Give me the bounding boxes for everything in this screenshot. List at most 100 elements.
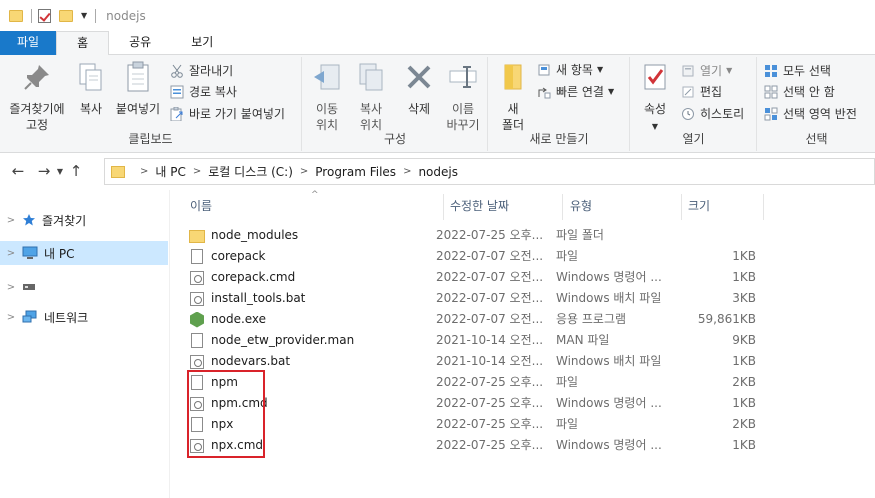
file-row-npm-cmd[interactable]: npm.cmd 2022-07-25 오후... Windows 명령어 ...… xyxy=(185,393,765,414)
file-type: Windows 명령어 ... xyxy=(556,438,662,452)
file-type: 파일 폴더 xyxy=(556,228,604,242)
breadcrumb-this-pc[interactable]: 내 PC xyxy=(155,163,185,180)
file-size: 2KB xyxy=(732,417,756,431)
cut-button[interactable]: 잘라내기 xyxy=(170,61,233,81)
breadcrumb-nodejs[interactable]: nodejs xyxy=(418,165,458,179)
clipboard-group: 즐겨찾기에 고정 복사 붙여넣기 잘라내기 경로 복사 바로 가기 붙여넣기 클… xyxy=(0,57,302,151)
chevron-right-icon[interactable]: > xyxy=(403,166,411,177)
file-row-npx[interactable]: npx 2022-07-25 오후... 파일 2KB xyxy=(185,414,765,435)
copy-label: 복사 xyxy=(79,102,103,116)
divider xyxy=(31,8,32,23)
copy-to-button[interactable]: 복사 위치 xyxy=(353,61,389,133)
delete-icon xyxy=(407,65,431,89)
column-header-name[interactable]: 이름 xyxy=(190,196,212,220)
navigation-pane: > 즐겨찾기 > 내 PC > > 네트워크 xyxy=(0,190,170,498)
select-all-button[interactable]: 모두 선택 xyxy=(764,61,831,81)
file-date: 2021-10-14 오전... xyxy=(436,354,542,368)
history-button[interactable]: 히스토리 xyxy=(681,104,744,124)
file-date: 2022-07-07 오전... xyxy=(436,270,542,284)
file-icon xyxy=(191,333,203,348)
file-size: 1KB xyxy=(732,354,756,368)
tab-share[interactable]: 공유 xyxy=(109,31,171,55)
rename-button[interactable]: 이름 바꾸기 xyxy=(443,61,483,133)
new-item-button[interactable]: 새 항목 ▼ xyxy=(537,60,603,80)
easy-access-button[interactable]: 빠른 연결 ▼ xyxy=(537,82,614,102)
open-button[interactable]: 열기 ▼ xyxy=(681,61,732,81)
column-divider[interactable] xyxy=(681,194,682,220)
delete-button[interactable]: 삭제 xyxy=(401,61,437,117)
pin-quick-access-button[interactable]: 즐겨찾기에 고정 xyxy=(6,61,68,133)
new-folder-button[interactable]: 새 폴더 xyxy=(495,61,531,133)
column-divider[interactable] xyxy=(443,194,444,220)
chevron-right-icon[interactable]: > xyxy=(140,166,148,177)
tab-file[interactable]: 파일 xyxy=(0,31,57,55)
column-header-size[interactable]: 크기 xyxy=(688,196,710,220)
file-row-node-exe[interactable]: node.exe 2022-07-07 오전... 응용 프로그램 59,861… xyxy=(185,309,765,330)
history-icon xyxy=(682,108,694,120)
select-all-icon xyxy=(765,65,777,77)
clipboard-icon xyxy=(127,61,149,92)
paste-label: 붙여넣기 xyxy=(115,102,161,116)
file-row-node-modules[interactable]: node_modules 2022-07-25 오후... 파일 폴더 xyxy=(185,225,765,246)
tab-home[interactable]: 홈 xyxy=(56,31,110,56)
column-divider[interactable] xyxy=(562,194,563,220)
chevron-right-icon[interactable]: > xyxy=(0,215,22,226)
customize-toolbar-dropdown-icon[interactable]: ▼ xyxy=(81,11,87,20)
paste-shortcut-button[interactable]: 바로 가기 붙여넣기 xyxy=(170,104,285,124)
paste-shortcut-label: 바로 가기 붙여넣기 xyxy=(189,107,285,121)
file-row-install-tools-bat[interactable]: install_tools.bat 2022-07-07 오전... Windo… xyxy=(185,288,765,309)
nav-item-network[interactable]: > 네트워크 xyxy=(0,305,168,329)
file-size: 1KB xyxy=(732,270,756,284)
properties-quick-icon[interactable] xyxy=(38,8,51,23)
select-none-button[interactable]: 선택 안 함 xyxy=(764,82,835,102)
invert-selection-icon xyxy=(764,107,778,121)
edit-button[interactable]: 편집 xyxy=(681,82,722,102)
chevron-right-icon[interactable]: > xyxy=(0,312,22,323)
properties-button[interactable]: 속성 ▼ xyxy=(637,61,673,135)
file-row-node-etw-provider-man[interactable]: node_etw_provider.man 2021-10-14 오전... M… xyxy=(185,330,765,351)
new-folder-quick-icon[interactable] xyxy=(59,9,73,22)
breadcrumb-program-files[interactable]: Program Files xyxy=(315,165,396,179)
chevron-right-icon[interactable]: > xyxy=(0,248,22,259)
file-type: Windows 명령어 ... xyxy=(556,270,662,284)
history-label: 히스토리 xyxy=(700,107,745,121)
back-arrow-icon[interactable]: ← xyxy=(8,162,28,180)
organize-group-label: 구성 xyxy=(383,132,407,146)
file-row-nodevars-bat[interactable]: nodevars.bat 2021-10-14 오전... Windows 배치… xyxy=(185,351,765,372)
nav-item-quick-access[interactable]: > 즐겨찾기 xyxy=(0,208,168,232)
chevron-right-icon[interactable]: > xyxy=(193,166,201,177)
chevron-right-icon[interactable]: > xyxy=(300,166,308,177)
tab-view[interactable]: 보기 xyxy=(171,31,233,55)
column-header-date[interactable]: 수정한 날짜 xyxy=(450,196,509,220)
file-row-npx-cmd[interactable]: npx.cmd 2022-07-25 오후... Windows 명령어 ...… xyxy=(185,435,765,456)
breadcrumb-local-disk[interactable]: 로컬 디스크 (C:) xyxy=(208,163,293,180)
script-file-icon xyxy=(190,291,204,306)
invert-selection-button[interactable]: 선택 영역 반전 xyxy=(764,104,857,124)
file-size: 3KB xyxy=(732,291,756,305)
file-row-corepack[interactable]: corepack 2022-07-07 오전... 파일 1KB xyxy=(185,246,765,267)
copy-path-button[interactable]: 경로 복사 xyxy=(170,82,237,102)
column-header-type[interactable]: 유형 xyxy=(570,196,592,220)
file-type: MAN 파일 xyxy=(556,333,610,347)
file-type: 파일 xyxy=(556,375,579,389)
move-to-button[interactable]: 이동 위치 xyxy=(309,61,345,133)
cut-label: 잘라내기 xyxy=(189,64,234,78)
copy-button[interactable]: 복사 xyxy=(74,61,108,117)
nav-item-drive[interactable]: > xyxy=(0,275,168,299)
column-divider[interactable] xyxy=(763,194,764,220)
up-arrow-icon[interactable]: ↑ xyxy=(66,162,86,180)
file-name: node.exe xyxy=(211,312,267,326)
recent-locations-dropdown-icon[interactable]: ▼ xyxy=(54,167,66,176)
address-bar[interactable]: > 내 PC > 로컬 디스크 (C:) > Program Files > n… xyxy=(104,158,875,185)
chevron-right-icon[interactable]: > xyxy=(0,282,22,293)
rename-icon xyxy=(449,66,477,88)
drive-icon xyxy=(23,284,35,290)
nav-item-this-pc[interactable]: > 내 PC xyxy=(0,241,168,265)
paste-button[interactable]: 붙여넣기 xyxy=(112,61,164,117)
title-bar: ▼ nodejs xyxy=(0,0,875,31)
forward-arrow-icon[interactable]: → xyxy=(34,162,54,180)
file-row-corepack-cmd[interactable]: corepack.cmd 2022-07-07 오전... Windows 명령… xyxy=(185,267,765,288)
file-icon xyxy=(191,249,203,264)
new-group-label: 새로 만들기 xyxy=(529,132,589,146)
file-row-npm[interactable]: npm 2022-07-25 오후... 파일 2KB xyxy=(185,372,765,393)
